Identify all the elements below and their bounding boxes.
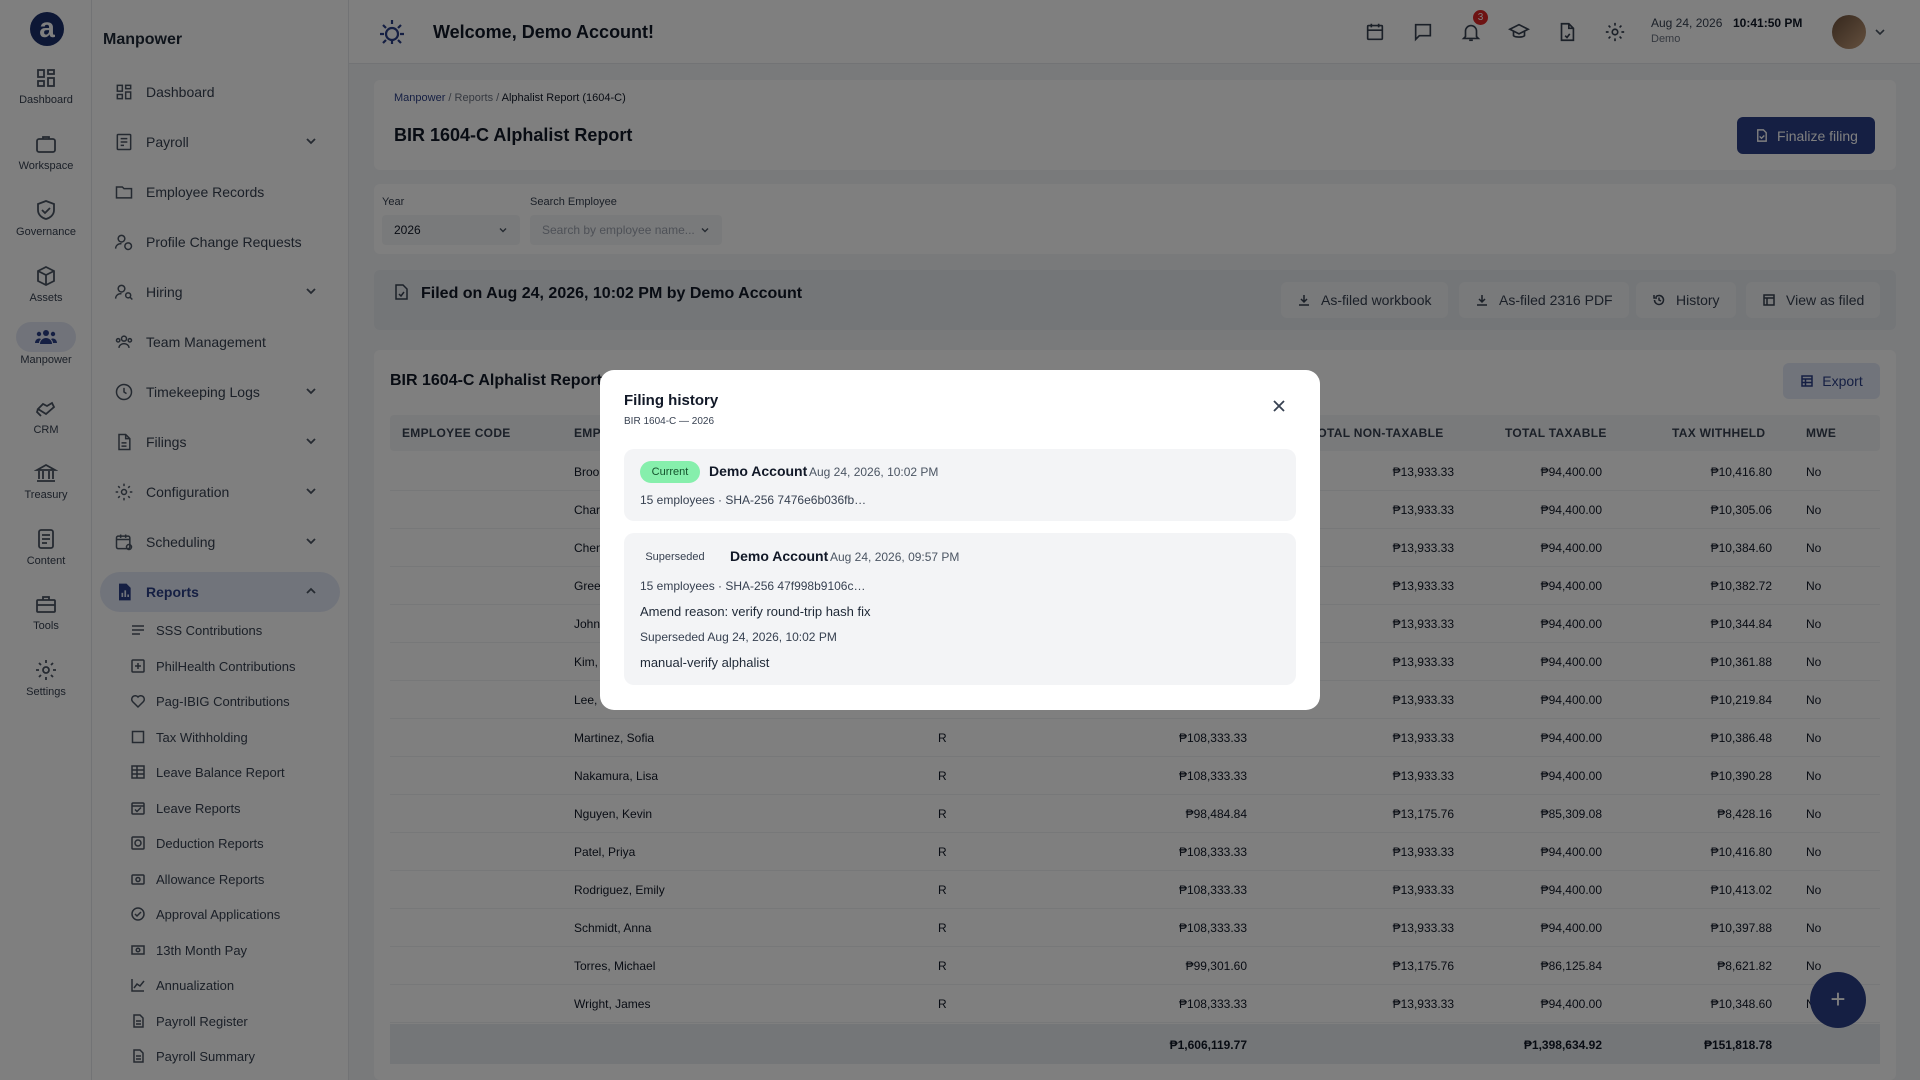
status-badge-current: Current (640, 461, 700, 483)
history-entry-superseded: Superseded Demo Account Aug 24, 2026, 09… (624, 533, 1296, 685)
modal-title: Filing history (624, 392, 719, 409)
entry-amend-reason: Amend reason: verify round-trip hash fix (640, 604, 871, 619)
entry-time: Aug 24, 2026, 09:57 PM (830, 550, 960, 564)
entry-meta: 15 employees · SHA-256 47f998b9106c… (640, 579, 866, 593)
entry-meta: 15 employees · SHA-256 7476e6b036fb… (640, 493, 867, 507)
status-badge-superseded: Superseded (645, 551, 705, 563)
modal-subtitle: BIR 1604-C — 2026 (624, 416, 715, 427)
entry-superseded-at: Superseded Aug 24, 2026, 10:02 PM (640, 630, 837, 644)
history-entry-current: Current Demo Account Aug 24, 2026, 10:02… (624, 449, 1296, 521)
entry-time: Aug 24, 2026, 10:02 PM (809, 465, 939, 479)
entry-author: Demo Account (709, 463, 808, 479)
filing-history-modal: Filing history BIR 1604-C — 2026 Current… (600, 370, 1320, 710)
close-icon[interactable] (1270, 397, 1288, 415)
entry-author: Demo Account (730, 548, 829, 564)
entry-note: manual-verify alphalist (640, 655, 770, 670)
